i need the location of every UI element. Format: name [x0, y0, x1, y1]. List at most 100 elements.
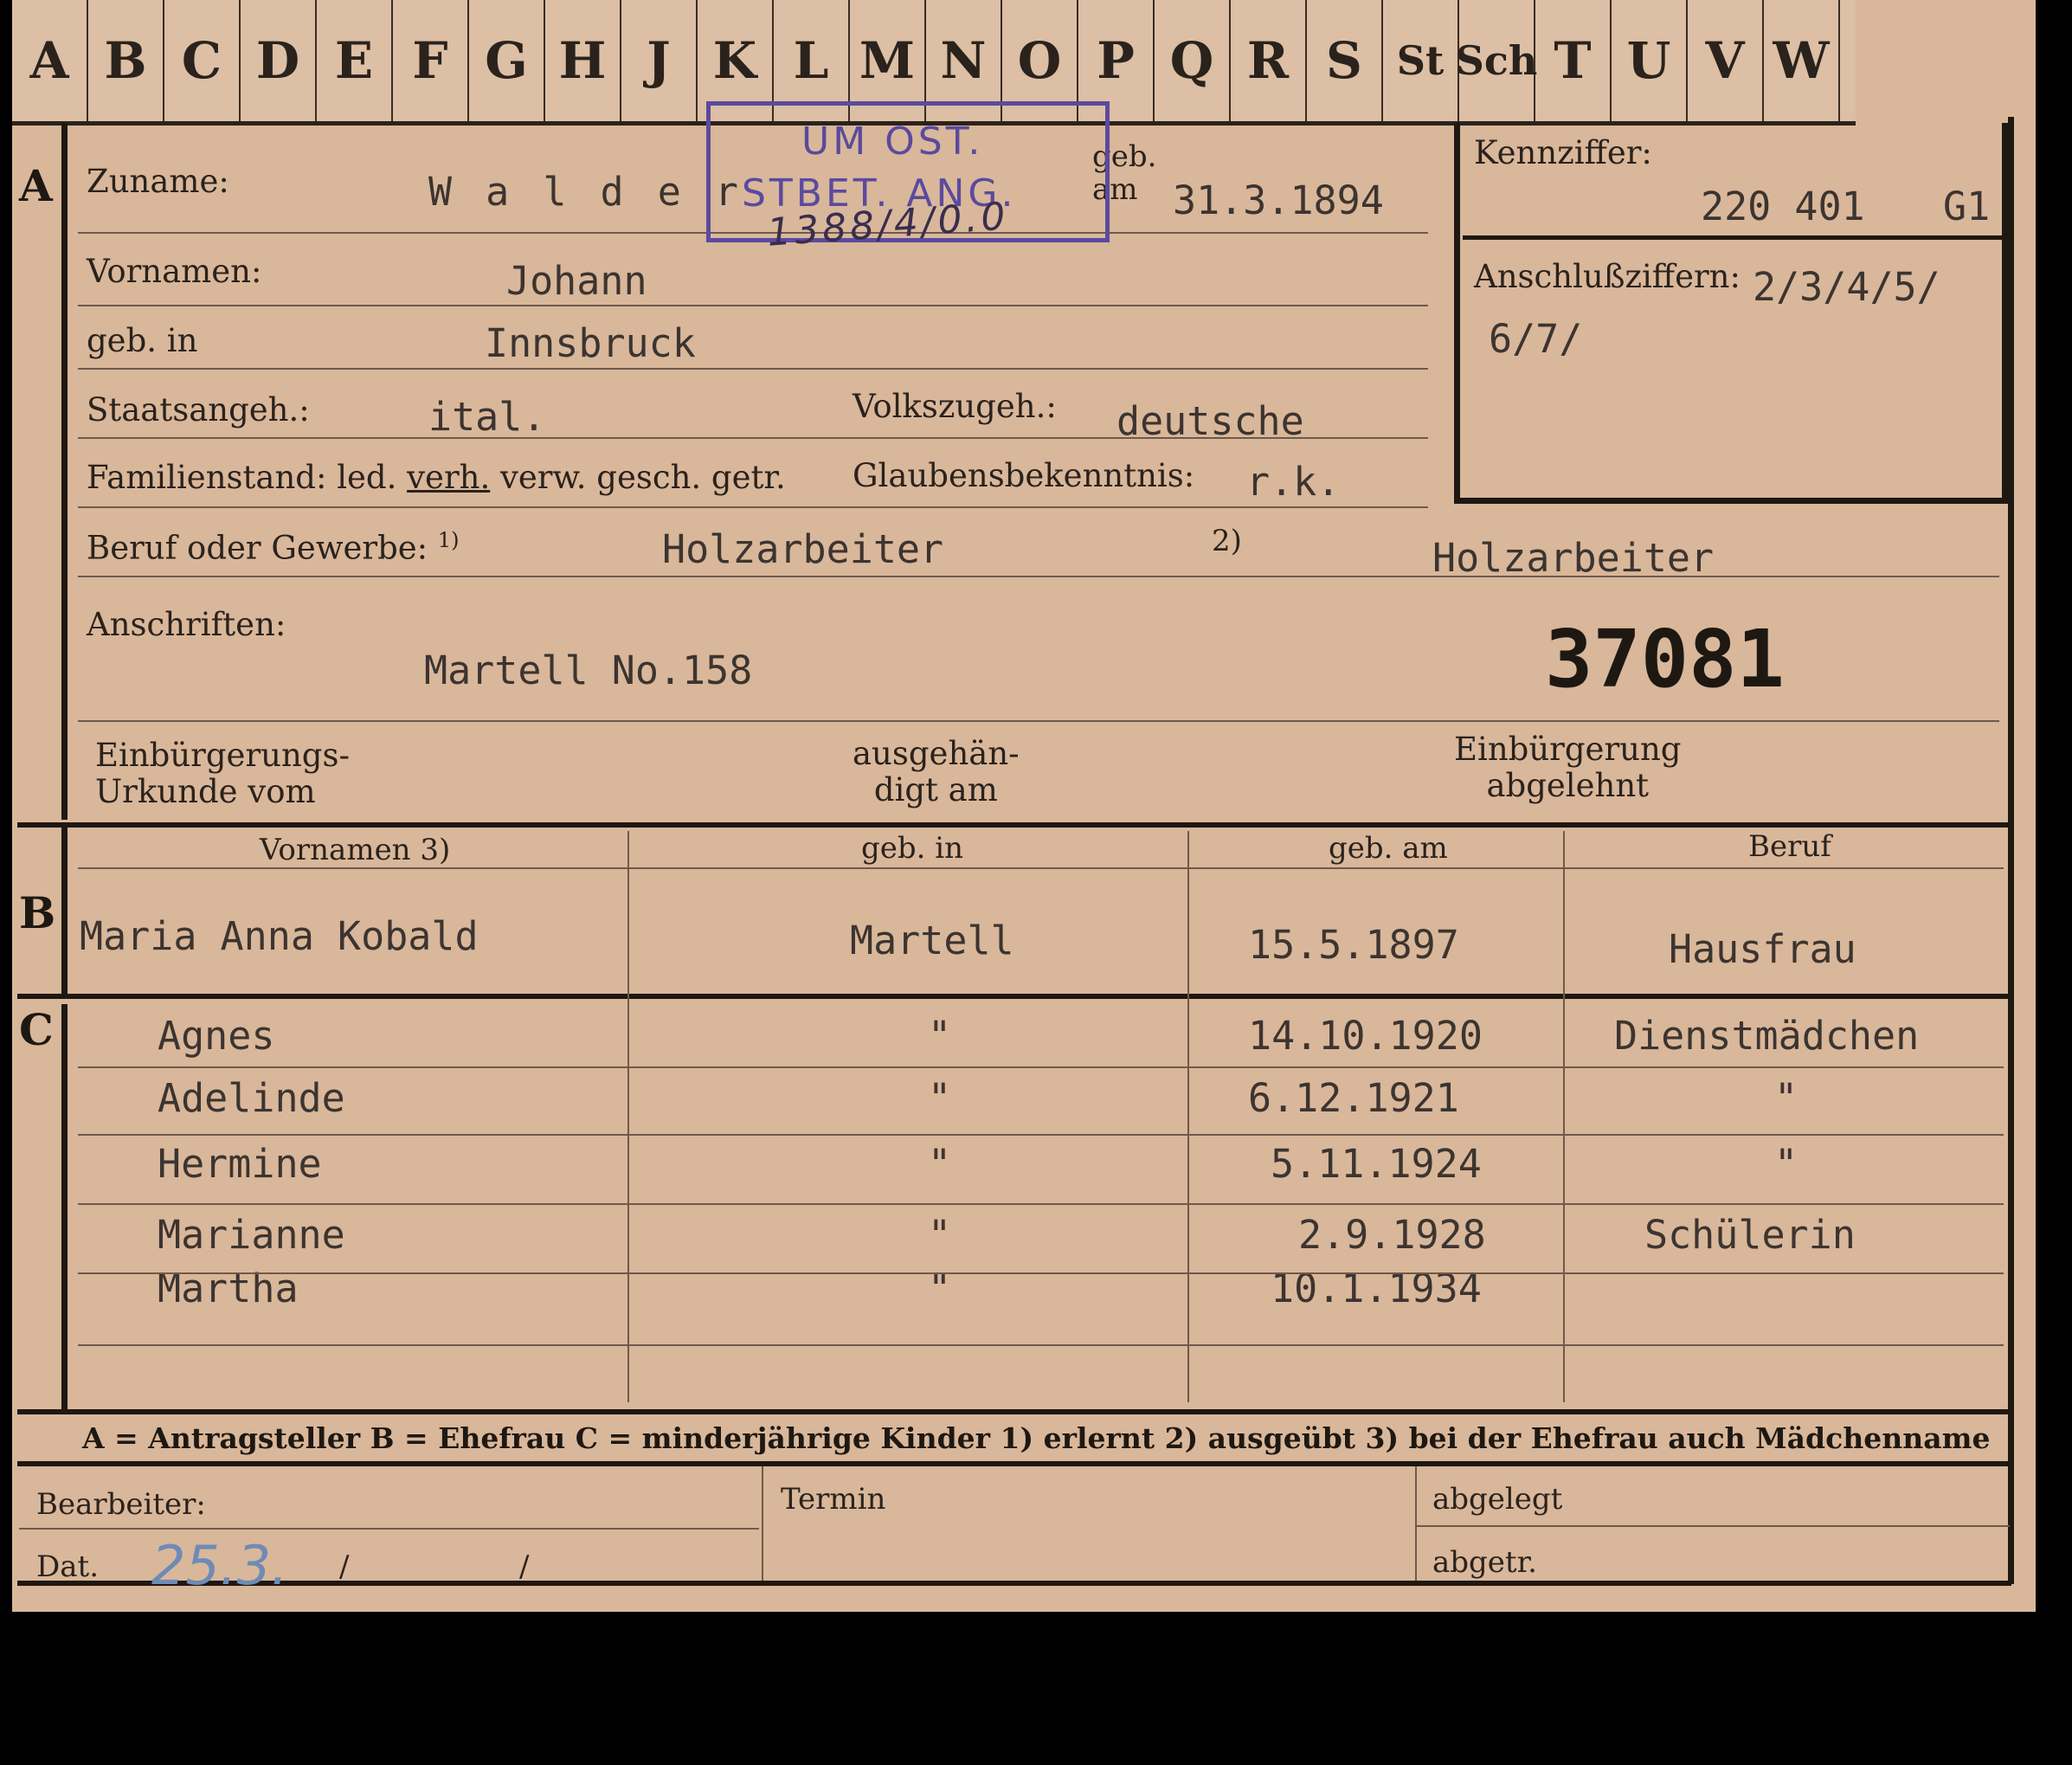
index-tab[interactable]: H: [545, 0, 621, 121]
anschlussziffern-label: Anschlußziffern:: [1474, 258, 1741, 295]
index-tab[interactable]: R: [1231, 0, 1307, 121]
child-birthdate: 6.12.1921: [1248, 1075, 1459, 1121]
geb-in-label: geb. in: [87, 322, 198, 359]
child-name: Agnes: [158, 1013, 275, 1059]
row-line: [78, 1272, 2004, 1274]
footer-col-line: [762, 1466, 763, 1581]
row-line: [78, 1203, 2004, 1205]
glaubensbekenntnis-label: Glaubensbekenntnis:: [853, 457, 1195, 494]
footer-row-line: [19, 1528, 759, 1530]
child-name: Marianne: [158, 1212, 345, 1258]
beruf-label-text: Beruf oder Gewerbe:: [87, 529, 438, 567]
ausgehaen-label: ausgehän-: [853, 735, 1020, 772]
index-tab[interactable]: E: [317, 0, 393, 121]
child-birthdate: 2.9.1928: [1298, 1212, 1486, 1258]
child-occupation: Schülerin: [1644, 1212, 1856, 1258]
divider-legend-footer: [17, 1461, 2011, 1466]
kennziffer-suffix: G1: [1943, 184, 1991, 229]
legend-text: A = Antragsteller B = Ehefrau C = minder…: [82, 1421, 1991, 1455]
col-line: [627, 831, 629, 1402]
index-tab[interactable]: J: [621, 0, 698, 121]
bottom-border: [17, 1581, 2011, 1586]
index-tab[interactable]: F: [393, 0, 469, 121]
index-tab[interactable]: S: [1307, 0, 1383, 121]
birthplace-value: Innsbruck: [485, 320, 696, 366]
termin-label: Termin: [781, 1482, 886, 1517]
child-birthdate: 14.10.1920: [1248, 1013, 1483, 1059]
row-line: [78, 720, 1999, 722]
index-tab[interactable]: Q: [1155, 0, 1231, 121]
child-birthplace: ": [928, 1212, 952, 1258]
child-birthplace: ": [928, 1013, 952, 1059]
index-tab[interactable]: Sch: [1456, 0, 1537, 121]
abgetr-label: abgetr.: [1432, 1545, 1537, 1580]
child-birthplace: ": [928, 1141, 952, 1187]
child-name: Hermine: [158, 1141, 322, 1187]
dat-slash-1: /: [339, 1549, 350, 1584]
col-header-beruf: Beruf: [1748, 829, 1831, 864]
staatsangeh-value: ital.: [428, 394, 546, 440]
index-tab[interactable]: U: [1612, 0, 1688, 121]
right-border: [2008, 117, 2014, 1584]
ausgehaendigt-label: ausgehän- digt am: [853, 736, 1020, 808]
beruf-erlernt-value: Holzarbeiter: [662, 526, 944, 572]
kennziffer-divider: [1463, 235, 2004, 240]
footer-col-line: [1415, 1466, 1417, 1581]
row-line: [78, 506, 1428, 508]
index-tab[interactable]: B: [88, 0, 164, 121]
wife-occupation: Hausfrau: [1669, 926, 1856, 972]
index-tab[interactable]: A: [12, 0, 88, 121]
index-tab[interactable]: St: [1383, 0, 1459, 121]
row-line: [78, 1344, 2004, 1346]
abgelehnt-label: abgelehnt: [1486, 767, 1650, 804]
row-line: [78, 368, 1428, 370]
child-occupation: Dienstmädchen: [1614, 1013, 1920, 1059]
dat-handwritten-value: 25.3.: [151, 1534, 288, 1597]
child-name: Adelinde: [158, 1075, 345, 1121]
stamp-line-1: UM OST.: [801, 119, 984, 164]
section-letter-b: B: [19, 887, 56, 938]
kennziffer-label: Kennziffer:: [1474, 134, 1652, 171]
einbuergerung-label: Einbürgerung: [1454, 731, 1682, 768]
anschlussziffern-value-2: 6/7/: [1489, 316, 1583, 362]
einbuergerungs-urkunde-label: Einbürgerungs- Urkunde vom: [95, 738, 350, 810]
section-b-bar: [61, 827, 68, 995]
familienstand-rest: verw. gesch. getr.: [499, 459, 786, 496]
anschriften-label: Anschriften:: [87, 606, 286, 643]
beruf-ausgeuebt-value: Holzarbeiter: [1432, 535, 1715, 581]
index-tab[interactable]: C: [164, 0, 241, 121]
staatsangeh-label: Staatsangeh.:: [87, 391, 310, 428]
birth-date-value: 31.3.1894: [1173, 177, 1384, 223]
col-line: [1563, 831, 1565, 1402]
office-stamp: UM OST. STBET. ANG. 1388/4/0.0: [706, 101, 1110, 255]
col-header-vornamen: Vornamen 3): [260, 833, 451, 867]
wife-birthdate: 15.5.1897: [1248, 922, 1459, 968]
section-letter-a: A: [19, 160, 53, 211]
record-number: 37081: [1545, 613, 1785, 705]
urkunde-vom-label: Urkunde vom: [95, 773, 316, 810]
glaubensbekenntnis-value: r.k.: [1246, 459, 1341, 505]
index-tab[interactable]: D: [241, 0, 317, 121]
section-letter-c: C: [19, 1004, 54, 1055]
child-occupation: ": [1774, 1075, 1799, 1121]
beruf-sup-1: 1): [437, 528, 460, 552]
section-c-bar: [61, 1004, 68, 1411]
index-tab[interactable]: W: [1764, 0, 1840, 121]
child-birthplace: ": [928, 1075, 952, 1121]
bearbeiter-label: Bearbeiter:: [36, 1487, 206, 1522]
einbuergerungs-label: Einbürgerungs-: [95, 737, 350, 774]
index-tab[interactable]: G: [469, 0, 545, 121]
divider-a-b: [17, 822, 2011, 828]
wife-birthplace: Martell: [850, 918, 1014, 963]
kennziffer-box: [1454, 123, 2008, 504]
einbuergerung-abgelehnt-label: Einbürgerung abgelehnt: [1454, 731, 1682, 804]
digt-am-label: digt am: [873, 771, 998, 808]
divider-b-c: [17, 994, 2011, 999]
kennziffer-value: 220 401: [1701, 184, 1865, 229]
index-tab[interactable]: T: [1535, 0, 1612, 121]
index-tab[interactable]: V: [1688, 0, 1764, 121]
wife-name: Maria Anna Kobald: [80, 913, 479, 959]
child-birthdate: 5.11.1924: [1271, 1141, 1482, 1187]
divider-c-legend: [17, 1409, 2011, 1414]
volkszugeh-label: Volkszugeh.:: [853, 388, 1057, 425]
